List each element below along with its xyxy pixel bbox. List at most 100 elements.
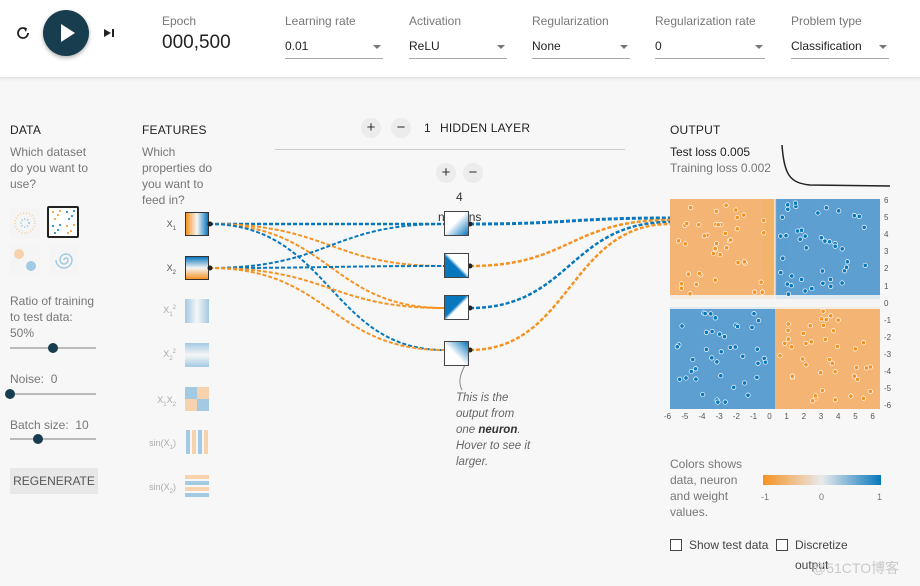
data-point xyxy=(851,213,857,219)
data-point xyxy=(761,355,767,361)
neuron-3-heatmap xyxy=(445,296,468,319)
weight-link xyxy=(469,218,671,268)
data-point xyxy=(827,239,833,245)
data-point xyxy=(803,362,809,368)
data-point xyxy=(677,376,683,382)
x-tick-label: 5 xyxy=(853,412,858,421)
data-point xyxy=(785,206,791,212)
neuron-4[interactable] xyxy=(444,341,469,366)
data-point xyxy=(820,308,826,314)
data-point xyxy=(823,205,829,211)
data-point xyxy=(741,259,747,265)
data-point xyxy=(785,202,791,208)
y-tick-label: -3 xyxy=(884,349,892,359)
data-point xyxy=(759,289,765,295)
data-point xyxy=(797,236,803,242)
x-tick-label: 1 xyxy=(784,412,789,421)
data-point xyxy=(839,246,845,252)
data-point xyxy=(683,375,689,381)
data-point xyxy=(809,286,815,292)
data-point xyxy=(860,395,866,401)
data-point xyxy=(861,224,867,230)
show-test-data-checkbox[interactable] xyxy=(670,539,682,551)
output-title: OUTPUT xyxy=(670,123,721,137)
x-tick-label: -5 xyxy=(681,412,689,421)
y-tick-label: 3 xyxy=(884,247,889,257)
data-point xyxy=(717,252,723,258)
y-tick-label: -4 xyxy=(884,367,892,376)
y-tick-label: -2 xyxy=(884,332,892,342)
data-point xyxy=(794,228,801,234)
data-point xyxy=(709,355,715,361)
data-point xyxy=(693,366,699,372)
data-point xyxy=(690,356,696,363)
y-tick-label: 1 xyxy=(884,281,889,291)
data-point xyxy=(802,288,808,294)
data-point xyxy=(830,328,837,334)
data-point xyxy=(675,238,682,244)
data-point xyxy=(828,283,834,289)
data-point xyxy=(799,227,805,233)
x-tick-label: 2 xyxy=(801,412,807,421)
data-point xyxy=(852,346,858,352)
weight-link xyxy=(208,267,445,309)
neuron-1[interactable] xyxy=(444,211,469,236)
data-point xyxy=(687,291,693,297)
x-tick-label: -1 xyxy=(750,412,758,421)
data-point xyxy=(867,388,873,394)
data-point xyxy=(713,240,719,246)
data-point xyxy=(733,207,739,213)
data-point xyxy=(710,251,716,257)
data-point xyxy=(819,387,825,394)
data-point xyxy=(713,208,719,214)
data-point xyxy=(702,310,708,317)
data-point xyxy=(808,339,814,345)
neuron-2-heatmap xyxy=(445,254,468,277)
data-point xyxy=(844,259,850,265)
y-tick-label: 6 xyxy=(884,196,889,205)
data-point xyxy=(758,279,764,285)
output-heatmap xyxy=(670,199,880,409)
data-point xyxy=(754,374,760,380)
data-point xyxy=(851,373,857,379)
data-point xyxy=(761,230,767,236)
data-point xyxy=(822,336,828,342)
loss-curve xyxy=(781,145,890,187)
data-point xyxy=(754,346,760,352)
data-point xyxy=(684,221,690,227)
weight-link xyxy=(208,223,445,267)
neuron-4-heatmap xyxy=(445,342,468,365)
data-point xyxy=(752,289,758,295)
weight-link xyxy=(208,267,445,351)
data-point xyxy=(785,336,791,342)
data-point xyxy=(715,399,721,405)
y-tick-label: 5 xyxy=(884,213,889,223)
x-tick-label: -4 xyxy=(698,412,706,421)
data-point xyxy=(818,370,824,376)
data-point xyxy=(740,353,746,359)
data-point xyxy=(835,317,841,323)
data-point xyxy=(708,311,714,317)
neuron-callout: This is the output from one neuron. Hove… xyxy=(456,390,536,470)
data-point xyxy=(820,280,826,286)
neuron-2[interactable] xyxy=(444,253,469,278)
data-point xyxy=(735,323,741,330)
data-point xyxy=(728,237,734,243)
discretize-checkbox[interactable] xyxy=(776,539,788,551)
x-tick-label: 3 xyxy=(818,412,824,421)
data-point xyxy=(799,276,805,282)
data-point xyxy=(785,291,791,297)
x-tick-label: -2 xyxy=(732,412,740,421)
data-point xyxy=(834,343,840,349)
data-point xyxy=(755,360,761,366)
neuron-3[interactable] xyxy=(444,295,469,320)
data-point xyxy=(678,281,684,287)
data-point xyxy=(828,313,834,319)
show-test-data-label: Show test data xyxy=(689,538,769,552)
data-point xyxy=(867,364,873,370)
data-point xyxy=(712,315,718,321)
data-point xyxy=(789,373,795,379)
data-point xyxy=(836,208,842,214)
data-point xyxy=(788,283,794,289)
data-point xyxy=(827,356,833,363)
